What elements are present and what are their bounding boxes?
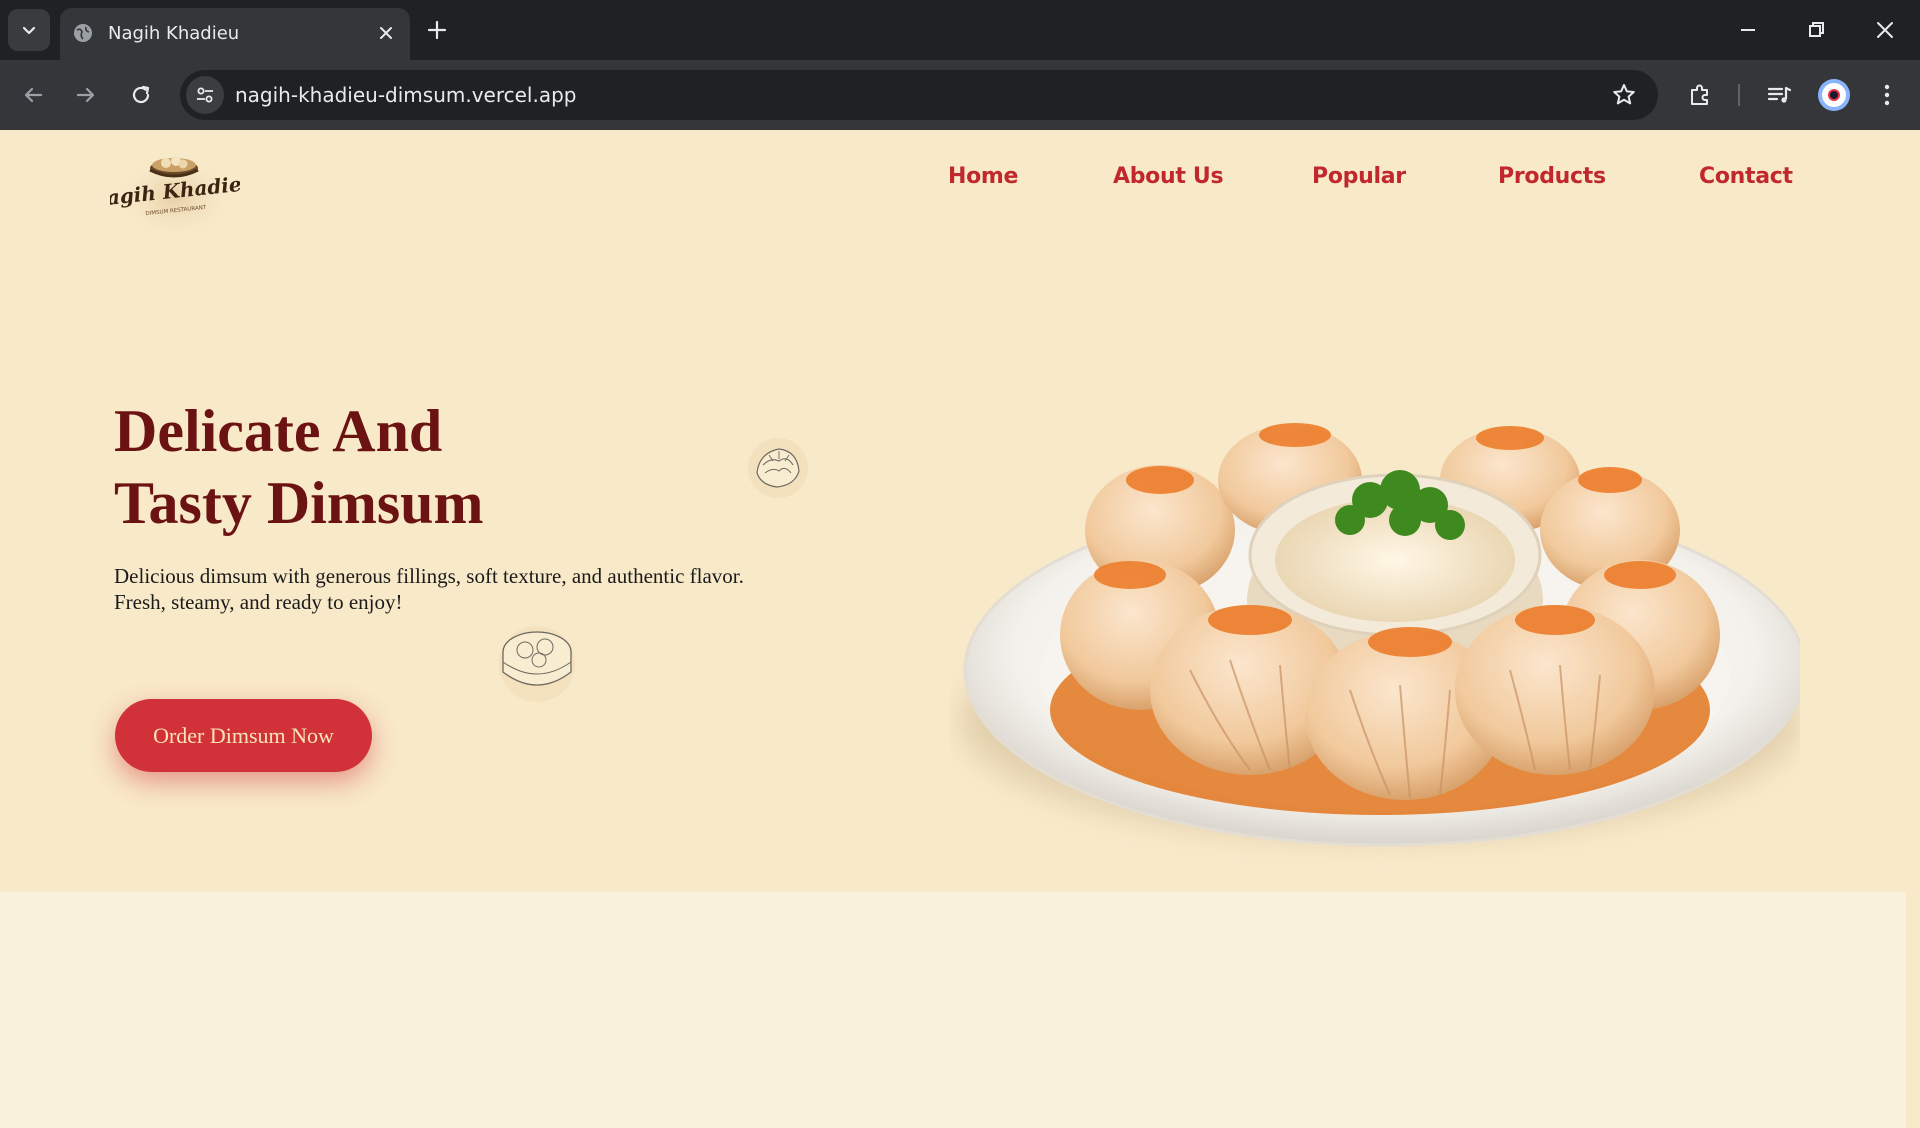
- url-text[interactable]: nagih-khadieu-dimsum.vercel.app: [235, 83, 577, 107]
- order-dimsum-button[interactable]: Order Dimsum Now: [115, 699, 372, 772]
- globe-icon: [74, 24, 92, 42]
- nav-home[interactable]: Home: [948, 164, 1018, 189]
- restore-icon[interactable]: [1802, 16, 1830, 44]
- hero-title-line-1: Delicate And: [114, 398, 443, 464]
- reload-icon[interactable]: [127, 81, 155, 109]
- avatar-dot: [1828, 89, 1840, 101]
- chevron-down-icon: [22, 26, 36, 35]
- web-page: Nagih Khadieu DIMSUM RESTAURANT Home Abo…: [0, 130, 1920, 1128]
- close-tab-icon[interactable]: [376, 23, 396, 43]
- more-vert-icon[interactable]: [1872, 80, 1902, 110]
- forward-arrow-icon[interactable]: [72, 81, 100, 109]
- nav-contact[interactable]: Contact: [1699, 164, 1793, 189]
- nav-about-us[interactable]: About Us: [1113, 164, 1224, 189]
- media-control-icon[interactable]: [1764, 80, 1794, 110]
- tab-title: Nagih Khadieu: [108, 23, 240, 44]
- profile-avatar[interactable]: [1818, 79, 1850, 111]
- tab-search-button[interactable]: [8, 9, 50, 51]
- tune-icon: [197, 87, 213, 103]
- bookmark-star-icon[interactable]: [1610, 81, 1638, 109]
- hero-title-line-2: Tasty Dimsum: [114, 470, 484, 536]
- close-window-icon[interactable]: [1871, 16, 1899, 44]
- browser-tab-bar: Nagih Khadieu: [0, 0, 1920, 60]
- scrollbar-gutter[interactable]: [1906, 892, 1920, 1128]
- back-arrow-icon[interactable]: [19, 81, 47, 109]
- restaurant-logo[interactable]: Nagih Khadieu DIMSUM RESTAURANT: [110, 138, 240, 238]
- next-section: [0, 892, 1906, 1128]
- address-bar[interactable]: nagih-khadieu-dimsum.vercel.app: [180, 70, 1658, 120]
- site-info-button[interactable]: [186, 76, 224, 114]
- steamer-basket-sketch-icon: [499, 626, 575, 702]
- browser-tab[interactable]: Nagih Khadieu: [60, 8, 410, 60]
- dumpling-sketch-icon: [748, 438, 808, 498]
- minimize-icon[interactable]: [1734, 16, 1762, 44]
- toolbar-separator: [1738, 84, 1740, 106]
- nav-popular[interactable]: Popular: [1312, 164, 1406, 189]
- dimsum-plate-image: [960, 423, 1800, 847]
- avatar-inner: [1822, 83, 1846, 107]
- browser-toolbar: nagih-khadieu-dimsum.vercel.app: [0, 60, 1920, 130]
- extensions-puzzle-icon[interactable]: [1685, 80, 1715, 110]
- hero-title: Delicate And Tasty Dimsum: [114, 395, 734, 539]
- new-tab-icon[interactable]: [424, 17, 450, 43]
- nav-products[interactable]: Products: [1498, 164, 1606, 189]
- hero-description: Delicious dimsum with generous fillings,…: [114, 564, 744, 614]
